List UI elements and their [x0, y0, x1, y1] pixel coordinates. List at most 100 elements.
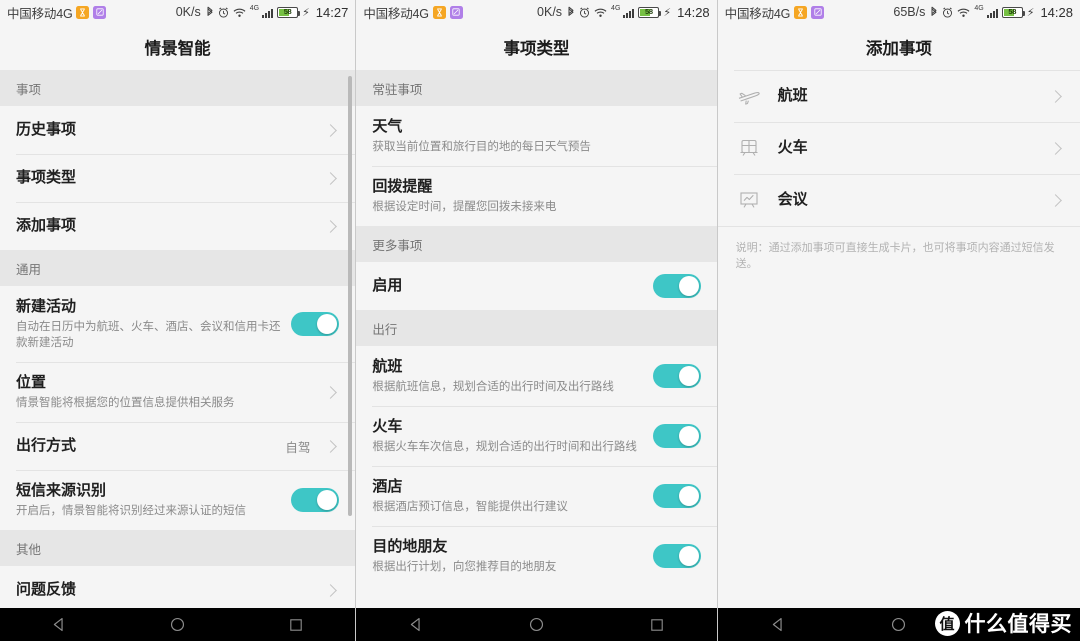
row-add-meeting[interactable]: 会议	[717, 174, 1080, 226]
row-weather[interactable]: 天气 获取当前位置和旅行目的地的每日天气预告	[356, 106, 717, 166]
back-triangle-icon[interactable]	[748, 616, 808, 633]
hourglass-chip-icon	[794, 5, 808, 19]
vertical-scrollbar[interactable]	[348, 76, 353, 516]
carrier-label: 中国移动4G	[724, 6, 791, 21]
panel-event-types: 中国移动4G 0K/s 4G 58 ⚡ 14:28 事项类型 常驻事项 天气 获…	[356, 0, 717, 641]
row-location[interactable]: 位置 情景智能将根据您的位置信息提供相关服务	[0, 362, 356, 422]
row-title: 酒店	[372, 478, 403, 495]
toggle-new-activity[interactable]	[291, 312, 340, 336]
back-triangle-icon[interactable]	[386, 616, 446, 633]
clock-label: 14:28	[1040, 4, 1073, 20]
status-bar-right: 0K/s 4G 58 ⚡ 14:27	[106, 5, 349, 20]
charging-bolt-icon: ⚡	[302, 6, 310, 19]
row-subtitle: 根据酒店预订信息，智能提供出行建议	[372, 501, 568, 513]
recents-square-icon[interactable]	[990, 617, 1050, 633]
recents-square-icon[interactable]	[627, 617, 687, 633]
row-callback-reminder[interactable]: 回拨提醒 根据设定时间，提醒您回拨未接来电	[356, 166, 717, 226]
toggle-enable[interactable]	[652, 274, 701, 298]
back-triangle-icon[interactable]	[29, 616, 89, 633]
status-bar: 中国移动4G 0K/s 4G	[0, 0, 356, 24]
home-circle-icon[interactable]	[148, 616, 208, 633]
row-title: 问题反馈	[16, 581, 77, 598]
row-add-flight[interactable]: 航班	[717, 70, 1080, 122]
toggle-flight[interactable]	[652, 364, 701, 388]
row-add-event[interactable]: 添加事项	[0, 202, 356, 250]
toggle-hotel[interactable]	[652, 484, 701, 508]
row-sms-source-recognition[interactable]: 短信来源识别 开启后，情景智能将识别经过来源认证的短信	[0, 470, 356, 530]
bluetooth-icon	[567, 6, 575, 18]
battery-icon: 58	[1001, 6, 1025, 18]
status-bar: 中国移动4G 0K/s 4G	[356, 0, 717, 24]
row-title: 启用	[372, 277, 403, 294]
battery-icon: 58	[277, 6, 301, 18]
row-new-activity[interactable]: 新建活动 自动在日历中为航班、火车、酒店、会议和信用卡还款新建活动	[0, 286, 356, 362]
chevron-right-icon	[324, 171, 338, 185]
row-subtitle: 根据出行计划，向您推荐目的地朋友	[372, 561, 557, 573]
section-header-persistent-events: 常驻事项	[356, 70, 717, 106]
row-enable[interactable]: 启用	[356, 262, 717, 310]
row-title: 会议	[777, 191, 808, 208]
vpn-chip-icon	[811, 5, 825, 19]
signal-bars-icon	[623, 7, 635, 18]
three-panel-screenshot: 中国移动4G 0K/s 4G 58 ⚡ 14:27 情景智能 事项 历史事项 事…	[0, 0, 1080, 641]
row-feedback[interactable]: 问题反馈	[0, 566, 356, 614]
section-header-travel: 出行	[356, 310, 717, 346]
row-train[interactable]: 火车 根据火车车次信息，规划合适的出行时间和出行路线	[356, 406, 717, 466]
row-title: 航班	[777, 87, 808, 104]
row-title: 天气	[372, 118, 403, 135]
row-subtitle: 自动在日历中为航班、火车、酒店、会议和信用卡还款新建活动	[16, 321, 281, 349]
row-title: 出行方式	[16, 437, 77, 454]
status-bar-right: 0K/s 4G 58 ⚡ 14:28	[463, 5, 710, 20]
section-header-more-events: 更多事项	[356, 226, 717, 262]
home-circle-icon[interactable]	[507, 616, 567, 633]
network-type-label: 4G	[611, 4, 621, 12]
toggle-destination-friends[interactable]	[652, 544, 701, 568]
chevron-right-icon	[324, 219, 338, 233]
clock-label: 14:28	[677, 4, 710, 20]
network-type-label: 4G	[974, 4, 984, 12]
recents-square-icon[interactable]	[266, 617, 326, 633]
alarm-icon	[218, 6, 229, 18]
row-subtitle: 根据火车车次信息，规划合适的出行时间和出行路线	[372, 441, 637, 453]
hourglass-chip-icon	[432, 5, 446, 19]
chevron-right-icon	[324, 439, 338, 453]
row-destination-friends[interactable]: 目的地朋友 根据出行计划，向您推荐目的地朋友	[356, 526, 717, 586]
signal-bars-icon	[986, 7, 998, 18]
chevron-right-icon	[324, 385, 338, 399]
network-speed-label: 0K/s	[537, 5, 563, 19]
row-title: 目的地朋友	[372, 538, 448, 555]
charging-bolt-icon: ⚡	[1026, 6, 1035, 19]
add-event-note: 说明：通过添加事项可直接生成卡片，也可将事项内容通过短信发送。	[735, 242, 1055, 270]
page-title: 添加事项	[717, 24, 1080, 70]
wifi-icon	[594, 7, 607, 18]
alarm-icon	[579, 6, 590, 18]
row-history-events[interactable]: 历史事项	[0, 106, 356, 154]
event-type-list: 常驻事项 天气 获取当前位置和旅行目的地的每日天气预告 回拨提醒 根据设定时间，…	[356, 70, 717, 586]
row-hotel[interactable]: 酒店 根据酒店预订信息，智能提供出行建议	[356, 466, 717, 526]
hourglass-chip-icon	[76, 5, 90, 19]
home-circle-icon[interactable]	[869, 616, 929, 633]
wifi-icon	[233, 7, 246, 18]
toggle-sms-source-recognition[interactable]	[291, 488, 340, 512]
row-title: 回拨提醒	[372, 178, 433, 195]
row-title: 火车	[372, 418, 403, 435]
row-subtitle: 开启后，情景智能将识别经过来源认证的短信	[16, 505, 246, 517]
row-add-train[interactable]: 火车	[717, 122, 1080, 174]
row-subtitle: 获取当前位置和旅行目的地的每日天气预告	[372, 141, 591, 153]
section-header-general: 通用	[0, 250, 356, 286]
toggle-train[interactable]	[652, 424, 701, 448]
chevron-right-icon	[1049, 193, 1062, 207]
row-flight[interactable]: 航班 根据航班信息，规划合适的出行时间及出行路线	[356, 346, 717, 406]
row-travel-mode[interactable]: 出行方式 自驾	[0, 422, 356, 470]
chevron-right-icon	[324, 583, 338, 597]
row-subtitle: 情景智能将根据您的位置信息提供相关服务	[16, 397, 235, 409]
row-value: 自驾	[285, 440, 311, 455]
row-event-types[interactable]: 事项类型	[0, 154, 356, 202]
android-nav-bar	[356, 608, 717, 641]
status-bar-right: 65B/s 4G 58 ⚡ 14:28	[824, 5, 1073, 20]
wifi-icon	[957, 7, 970, 18]
row-title: 航班	[372, 358, 403, 375]
battery-icon: 58	[638, 6, 662, 18]
android-nav-bar	[0, 608, 356, 641]
row-title: 添加事项	[16, 217, 77, 234]
